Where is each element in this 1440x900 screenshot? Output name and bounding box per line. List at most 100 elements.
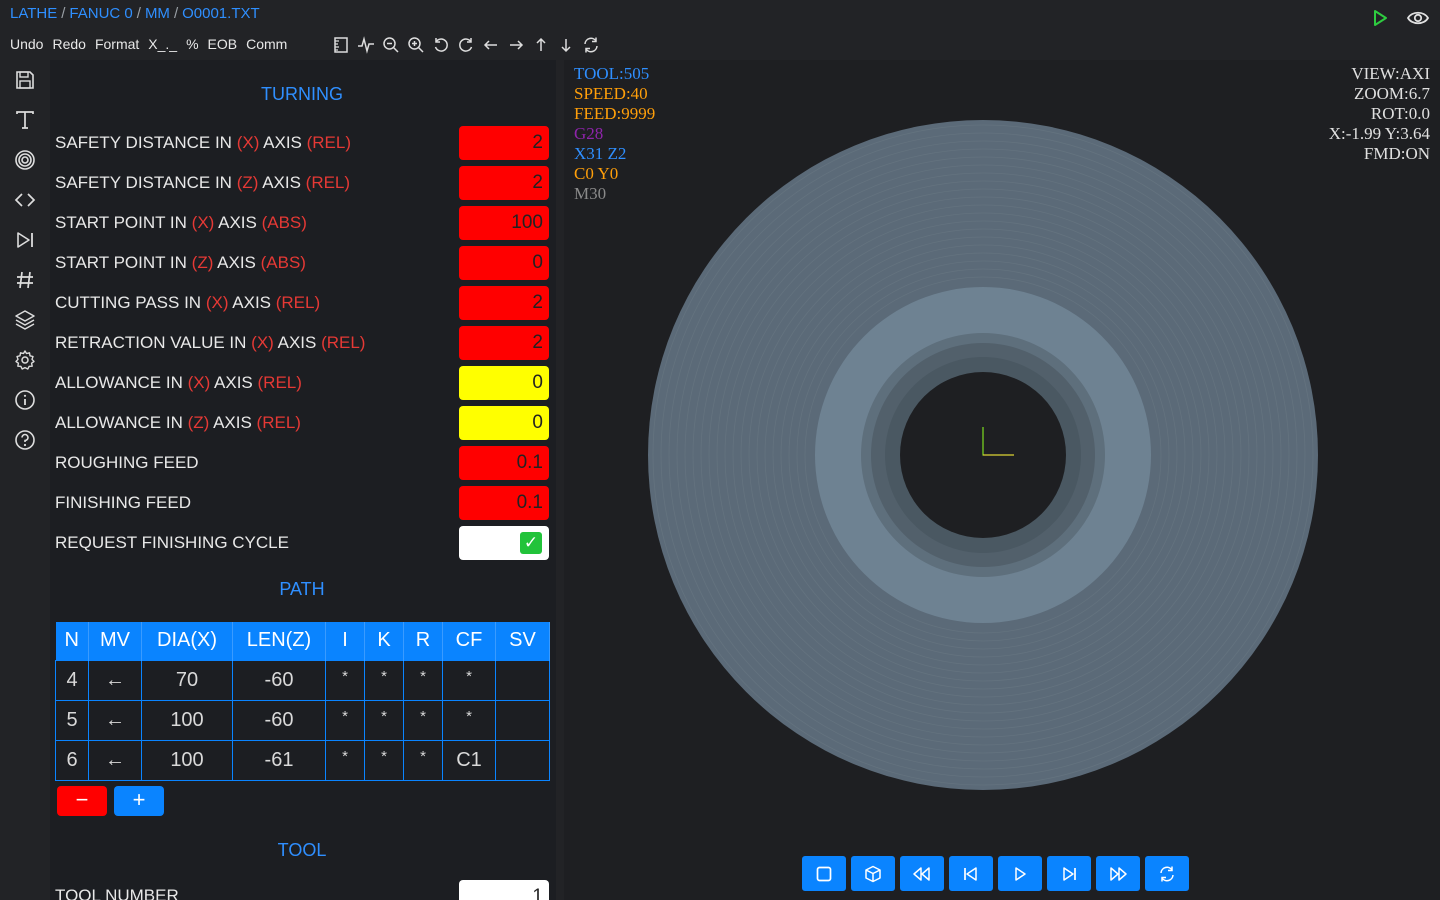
path-cell[interactable]: ←	[88, 739, 142, 781]
path-cell[interactable]: *	[403, 699, 443, 741]
field-value-input[interactable]: 0.1	[459, 486, 549, 520]
sidebar-save[interactable]	[0, 60, 50, 100]
breadcrumb-controller[interactable]: FANUC 0	[69, 5, 132, 22]
field-value-input[interactable]: 2	[459, 126, 549, 160]
waveform-icon[interactable]	[355, 34, 376, 55]
toolpath-viewer[interactable]: TOOL:505 SPEED:40 FEED:9999 G28 X31 Z2 C0 Y0 M…	[564, 60, 1440, 900]
field-label: ALLOWANCE IN (Z) AXIS (REL)	[55, 413, 301, 433]
breadcrumb-file[interactable]: O0001.TXT	[182, 5, 260, 22]
section-title-turning: TURNING	[261, 84, 343, 104]
path-cell[interactable]: *	[403, 739, 443, 781]
menu-undo[interactable]: Undo	[10, 36, 43, 52]
field-value-input[interactable]: 0.1	[459, 446, 549, 480]
sidebar-skip[interactable]	[0, 220, 50, 260]
arrow-up-icon[interactable]	[530, 34, 551, 55]
sidebar-help[interactable]	[0, 420, 50, 460]
viewer-status-line: FMD:ON	[1363, 144, 1430, 163]
field-value-input[interactable]: 0	[459, 366, 549, 400]
turning-field-row: START POINT IN (Z) AXIS (ABS) 0	[55, 246, 550, 280]
view-3d-button[interactable]	[851, 856, 895, 891]
path-cell[interactable]: -60	[232, 699, 326, 741]
path-cell[interactable]: -60	[232, 659, 326, 701]
menu-percent[interactable]: %	[186, 36, 198, 52]
path-cell[interactable]: *	[325, 659, 365, 701]
field-value-input[interactable]: 0	[459, 406, 549, 440]
sidebar-settings[interactable]	[0, 340, 50, 380]
field-label-text: START POINT IN	[55, 213, 192, 232]
remove-row-button[interactable]: −	[57, 786, 107, 816]
menu-decimal[interactable]: X_._	[148, 36, 177, 52]
field-label: CUTTING PASS IN (X) AXIS (REL)	[55, 293, 320, 313]
path-cell[interactable]: *	[442, 659, 496, 701]
menu-redo[interactable]: Redo	[52, 36, 85, 52]
field-label-tag: (Z)	[236, 173, 259, 192]
field-value-input[interactable]: 0	[459, 246, 549, 280]
refresh-icon[interactable]	[580, 34, 601, 55]
path-cell[interactable]: *	[442, 699, 496, 741]
field-value-input[interactable]: 2	[459, 166, 549, 200]
path-cell[interactable]: 4	[55, 659, 89, 701]
rewind-button[interactable]	[900, 856, 944, 891]
path-table: N MV DIA(X) LEN(Z) I K R CF SV 4 ← 70 -60 * * * * 5 ← 100-…	[55, 622, 550, 781]
sidebar-layers[interactable]	[0, 300, 50, 340]
path-cell[interactable]	[495, 699, 550, 741]
path-cell[interactable]: *	[364, 659, 404, 701]
menu-eob[interactable]: EOB	[208, 36, 238, 52]
viewer-info-line: C0 Y0	[574, 164, 619, 183]
sidebar-info[interactable]	[0, 380, 50, 420]
add-row-button[interactable]: +	[114, 786, 164, 816]
fast-forward-button[interactable]	[1096, 856, 1140, 891]
path-cell[interactable]: *	[403, 659, 443, 701]
finishing-cycle-checkbox[interactable]: ✓	[459, 526, 549, 560]
run-button[interactable]	[1368, 6, 1392, 30]
menu-format[interactable]: Format	[95, 36, 139, 52]
field-value-input[interactable]: 2	[459, 286, 549, 320]
breadcrumb-units[interactable]: MM	[145, 5, 170, 22]
step-back-button[interactable]	[949, 856, 993, 891]
field-label-tag: (REL)	[257, 373, 302, 392]
sidebar-text[interactable]	[0, 100, 50, 140]
path-cell[interactable]: 5	[55, 699, 89, 741]
field-label-text: ROUGHING FEED	[55, 453, 199, 472]
path-cell[interactable]: *	[364, 739, 404, 781]
ruler-icon[interactable]	[330, 34, 351, 55]
stop-button[interactable]	[802, 856, 846, 891]
sidebar-hash[interactable]	[0, 260, 50, 300]
rotate-right-icon[interactable]	[455, 34, 476, 55]
sidebar-target[interactable]	[0, 140, 50, 180]
tool-number-input[interactable]: 1	[459, 880, 549, 900]
path-cell[interactable]: ←	[88, 699, 142, 741]
field-label: START POINT IN (X) AXIS (ABS)	[55, 213, 307, 233]
eye-icon	[1406, 8, 1430, 28]
breadcrumb-lathe[interactable]: LATHE	[10, 5, 57, 22]
arrow-right-icon[interactable]	[505, 34, 526, 55]
cube-icon	[864, 865, 882, 883]
rotate-left-icon[interactable]	[430, 34, 451, 55]
path-cell[interactable]: 100	[141, 739, 233, 781]
path-cell[interactable]: C1	[442, 739, 496, 781]
play-button[interactable]	[998, 856, 1042, 891]
path-cell[interactable]: *	[364, 699, 404, 741]
zoom-in-icon[interactable]	[405, 34, 426, 55]
path-cell[interactable]: 100	[141, 699, 233, 741]
path-cell[interactable]: -61	[232, 739, 326, 781]
path-cell[interactable]: 6	[55, 739, 89, 781]
form-panel: TURNING SAFETY DISTANCE IN (X) AXIS (REL…	[50, 60, 556, 900]
arrow-left-icon[interactable]	[480, 34, 501, 55]
path-cell[interactable]: *	[325, 699, 365, 741]
step-forward-button[interactable]	[1047, 856, 1091, 891]
arrow-down-icon[interactable]	[555, 34, 576, 55]
path-cell[interactable]	[495, 659, 550, 701]
menu-comment[interactable]: Comm	[246, 36, 287, 52]
reset-button[interactable]	[1145, 856, 1189, 891]
path-column-header: I	[325, 622, 365, 660]
path-cell[interactable]: ←	[88, 659, 142, 701]
path-cell[interactable]	[495, 739, 550, 781]
path-cell[interactable]: *	[325, 739, 365, 781]
sidebar-code[interactable]	[0, 180, 50, 220]
field-value-input[interactable]: 100	[459, 206, 549, 240]
preview-button[interactable]	[1406, 6, 1430, 30]
field-value-input[interactable]: 2	[459, 326, 549, 360]
zoom-out-icon[interactable]	[380, 34, 401, 55]
path-cell[interactable]: 70	[141, 659, 233, 701]
